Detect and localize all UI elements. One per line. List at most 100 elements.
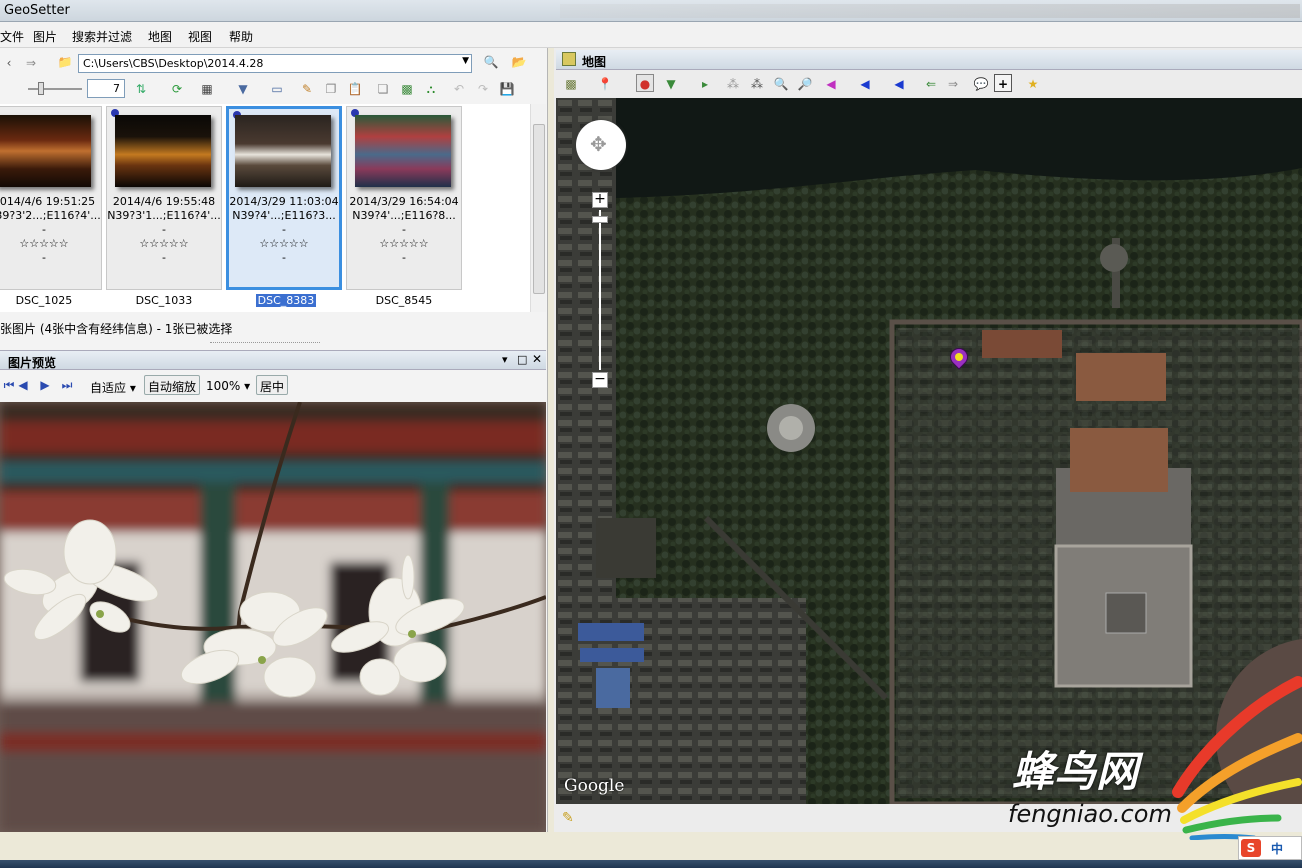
menu-map[interactable]: 地图 — [148, 28, 172, 45]
menu-help[interactable]: 帮助 — [229, 28, 253, 45]
ime-indicator[interactable]: S 中 — [1238, 836, 1302, 860]
thumbnail-date: 2014/3/29 11:03:04 — [229, 195, 339, 208]
chevron-down-icon[interactable]: ▼ — [462, 56, 469, 66]
map-panel-icon — [562, 52, 576, 66]
redo-icon[interactable]: ↷ — [474, 80, 492, 98]
app-title: GeoSetter — [4, 3, 70, 18]
thumbnail-item[interactable]: 2014/4/6 19:55:48 N39?3'1...;E116?4'... … — [106, 106, 222, 290]
right-arrow-icon[interactable]: ⇒ — [944, 75, 962, 93]
zoom-slider-track[interactable] — [599, 210, 601, 370]
undo-icon[interactable]: ↶ — [450, 80, 468, 98]
folder-path-text: C:\Users\CBS\Desktop\2014.4.28 — [83, 57, 264, 70]
map-link-icon[interactable]: ▩ — [398, 80, 416, 98]
track-prev-icon[interactable]: ◀ — [856, 75, 874, 93]
copy-icon[interactable]: ❐ — [322, 80, 340, 98]
thumbnail-info: 2014/3/29 11:03:04 N39?4'...;E116?3... -… — [229, 195, 339, 265]
folder-path-field[interactable]: C:\Users\CBS\Desktop\2014.4.28 ▼ — [78, 54, 472, 73]
folder-up-icon[interactable]: 📁 — [56, 53, 74, 71]
last-image-icon[interactable]: ⏭ — [58, 376, 76, 394]
binoculars-icon[interactable]: 🔍 — [482, 53, 500, 71]
crosshair-icon[interactable]: + — [994, 74, 1012, 92]
map-pan-control[interactable]: ✥ — [576, 120, 626, 170]
background-window-titles — [560, 4, 1300, 18]
next-image-icon[interactable]: ▶ — [36, 376, 54, 394]
thumbnail-field: - — [162, 223, 166, 236]
comment-icon[interactable]: 💬 — [972, 75, 990, 93]
set-position-icon[interactable]: ● — [636, 74, 654, 92]
track-back-icon[interactable]: ◀ — [822, 75, 840, 93]
taskbar — [0, 860, 1302, 868]
prev-image-icon[interactable]: ◀ — [14, 376, 32, 394]
magnolia-photo — [0, 402, 546, 832]
thumbnail-field: - — [42, 223, 46, 236]
fit-mode-select[interactable]: 自适应 ▾ — [90, 379, 136, 396]
title-bar: GeoSetter — [0, 0, 1302, 22]
close-panel-icon[interactable]: ✕ — [532, 352, 542, 366]
folder-options-icon[interactable]: 📂 — [510, 53, 528, 71]
back-arrow-icon[interactable]: ‹ — [0, 54, 18, 72]
thumbnail-field: - — [282, 223, 286, 236]
thumb-size-slider-track[interactable] — [28, 88, 82, 90]
rating-stars[interactable]: ☆☆☆☆☆ — [229, 237, 339, 251]
zoom-slider-handle[interactable] — [592, 216, 608, 223]
center-button[interactable]: 居中 — [256, 375, 289, 395]
menu-image[interactable]: 图片 — [33, 28, 57, 45]
watermark-logo-text: 蜂鸟网 — [1012, 747, 1139, 796]
paste-icon[interactable]: 📋 — [346, 80, 364, 98]
refresh-icon[interactable]: ⟳ — [168, 80, 186, 98]
find-position-icon[interactable]: 🔍 — [772, 75, 790, 93]
thumbnail-scrollbar[interactable] — [530, 104, 546, 312]
thumbnail-filename: DSC_8545 — [375, 294, 433, 307]
multi-marker-icon[interactable]: ⁂ — [748, 75, 766, 93]
zoom-select[interactable]: 100% ▾ — [206, 379, 250, 393]
thumbnail-image — [355, 115, 451, 187]
track-add-icon[interactable]: ◀ — [890, 75, 908, 93]
watermark-rainbow-logo — [1172, 676, 1302, 840]
cluster-icon[interactable]: ⁂ — [724, 75, 742, 93]
preview-toolbar: ⏮ ◀ ▶ ⏭ 自适应 ▾ 自动缩放 100% ▾ 居中 — [0, 372, 546, 400]
track-icon[interactable]: ⛬ — [422, 80, 440, 98]
zoom-in-button[interactable]: + — [592, 192, 608, 208]
pin-panel-icon[interactable]: ▾ — [502, 353, 508, 366]
pencil-icon[interactable]: ✎ — [562, 810, 574, 826]
zoom-out-button[interactable]: − — [592, 372, 608, 388]
search-location-icon[interactable]: 🔎 — [796, 75, 814, 93]
thumbnail-coords: N39?4'...;E116?3... — [232, 209, 336, 222]
menu-view[interactable]: 视图 — [188, 28, 212, 45]
map-type-icon[interactable]: ▩ — [562, 75, 580, 93]
thumb-size-slider-handle[interactable] — [38, 82, 44, 95]
favorite-star-icon[interactable]: ★ — [1024, 75, 1042, 93]
sort-icon[interactable]: ⇅ — [132, 80, 150, 98]
menu-file[interactable]: 文件 — [0, 28, 24, 45]
forward-arrow-icon[interactable]: ⇒ — [22, 54, 40, 72]
scrollbar-thumb[interactable] — [533, 124, 545, 294]
thumbnail-filename: DSC_1033 — [135, 294, 193, 307]
left-arrow-icon[interactable]: ⇐ — [922, 75, 940, 93]
thumbnail-item[interactable]: 2014/3/29 16:54:04 N39?4'...;E116?8... -… — [346, 106, 462, 290]
save-icon[interactable]: 💾 — [498, 80, 516, 98]
menu-search-filter[interactable]: 搜索并过滤 — [72, 28, 132, 45]
info-icon[interactable]: ▭ — [268, 80, 286, 98]
rating-stars[interactable]: ☆☆☆☆☆ — [347, 237, 461, 251]
auto-zoom-button[interactable]: 自动缩放 — [144, 375, 201, 395]
edit-data-icon[interactable]: ✎ — [298, 80, 316, 98]
rating-stars[interactable]: ☆☆☆☆☆ — [107, 237, 221, 251]
thumb-size-spinner[interactable]: 7 — [87, 79, 125, 98]
thumbnail-item-selected[interactable]: 2014/3/29 11:03:04 N39?4'...;E116?3... -… — [226, 106, 342, 290]
splitter-grip[interactable] — [210, 342, 320, 345]
thumbnail-grid: 2014/4/6 19:51:25 N39?3'2...;E116?4'... … — [0, 104, 546, 312]
rating-stars[interactable]: ☆☆☆☆☆ — [0, 237, 101, 251]
preview-panel-title: 图片预览 — [8, 356, 57, 370]
filter-icon[interactable]: ▼ — [234, 80, 252, 98]
thumbnail-item[interactable]: 2014/4/6 19:51:25 N39?3'2...;E116?4'... … — [0, 106, 102, 290]
marker-icon[interactable]: 📍 — [596, 75, 614, 93]
menu-bar: 文件 图片 搜索并过滤 地图 视图 帮助 — [0, 22, 1302, 48]
thumbnail-image — [0, 115, 91, 187]
marker-flag-icon[interactable]: ▸ — [696, 75, 714, 93]
marker-green-icon[interactable]: ▼ — [662, 75, 680, 93]
thumbnail-info: 2014/3/29 16:54:04 N39?4'...;E116?8... -… — [347, 195, 461, 265]
camera-filter-icon[interactable]: ▦ — [198, 80, 216, 98]
google-attribution: Google — [564, 776, 625, 796]
duplicate-icon[interactable]: ❏ — [374, 80, 392, 98]
maximize-panel-icon[interactable]: □ — [517, 353, 527, 366]
